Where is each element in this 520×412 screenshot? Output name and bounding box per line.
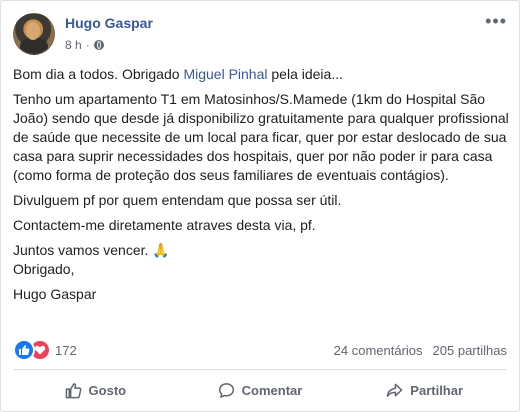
post-header: Hugo Gaspar 8 h · ••• [13, 12, 507, 57]
action-bar: Gosto Comentar Partilhar [13, 373, 507, 407]
closing-line1: Juntos vamos vencer. 🙏 [13, 242, 170, 258]
like-label: Gosto [88, 382, 127, 398]
paragraph-greeting: Bom dia a todos. Obrigado Miguel Pinhal … [13, 65, 509, 84]
author-name[interactable]: Hugo Gaspar [65, 15, 153, 31]
post-stats: 172 24 comentários 205 partilhas [13, 339, 507, 361]
meta-separator: · [85, 38, 90, 52]
paragraph-closing: Juntos vamos vencer. 🙏 Obrigado, [13, 241, 509, 279]
more-horizontal-icon[interactable]: ••• [485, 12, 507, 30]
closing-line2: Obrigado, [13, 261, 75, 277]
actions-divider [13, 369, 507, 370]
thumbs-up-icon [65, 382, 82, 398]
comment-bubble-icon [218, 382, 234, 398]
share-count[interactable]: 205 partilhas [433, 343, 507, 358]
paragraph-share-request: Divulguem pf por quem entendam que possa… [13, 192, 342, 208]
share-label: Partilhar [410, 382, 464, 398]
post-card: Hugo Gaspar 8 h · ••• Bom dia a todos. O… [0, 0, 520, 412]
avatar[interactable] [13, 13, 55, 55]
paragraph-offer: Tenho um apartamento T1 em Matosinhos/S.… [13, 91, 509, 183]
reaction-count[interactable]: 172 [55, 343, 77, 358]
share-arrow-icon [386, 383, 403, 397]
post-meta: 8 h · [65, 38, 104, 52]
like-button[interactable]: Gosto [13, 373, 178, 407]
mention-link[interactable]: Miguel Pinhal [183, 66, 267, 82]
avatar-body [20, 38, 48, 54]
like-reaction-icon[interactable] [13, 339, 35, 361]
avatar-face [26, 22, 40, 40]
post-time[interactable]: 8 h [65, 38, 82, 52]
signature: Hugo Gaspar [13, 286, 97, 302]
globe-icon[interactable] [93, 40, 104, 50]
comment-count[interactable]: 24 comentários [334, 343, 423, 358]
post-body: Bom dia a todos. Obrigado Miguel Pinhal … [13, 65, 509, 310]
comment-button[interactable]: Comentar [178, 373, 343, 407]
greeting-suffix: pela ideia... [267, 66, 343, 82]
paragraph-contact: Contactem-me diretamente atraves desta v… [13, 217, 316, 233]
share-button[interactable]: Partilhar [342, 373, 507, 407]
greeting-text: Bom dia a todos. Obrigado [13, 66, 184, 82]
comment-label: Comentar [241, 382, 303, 398]
